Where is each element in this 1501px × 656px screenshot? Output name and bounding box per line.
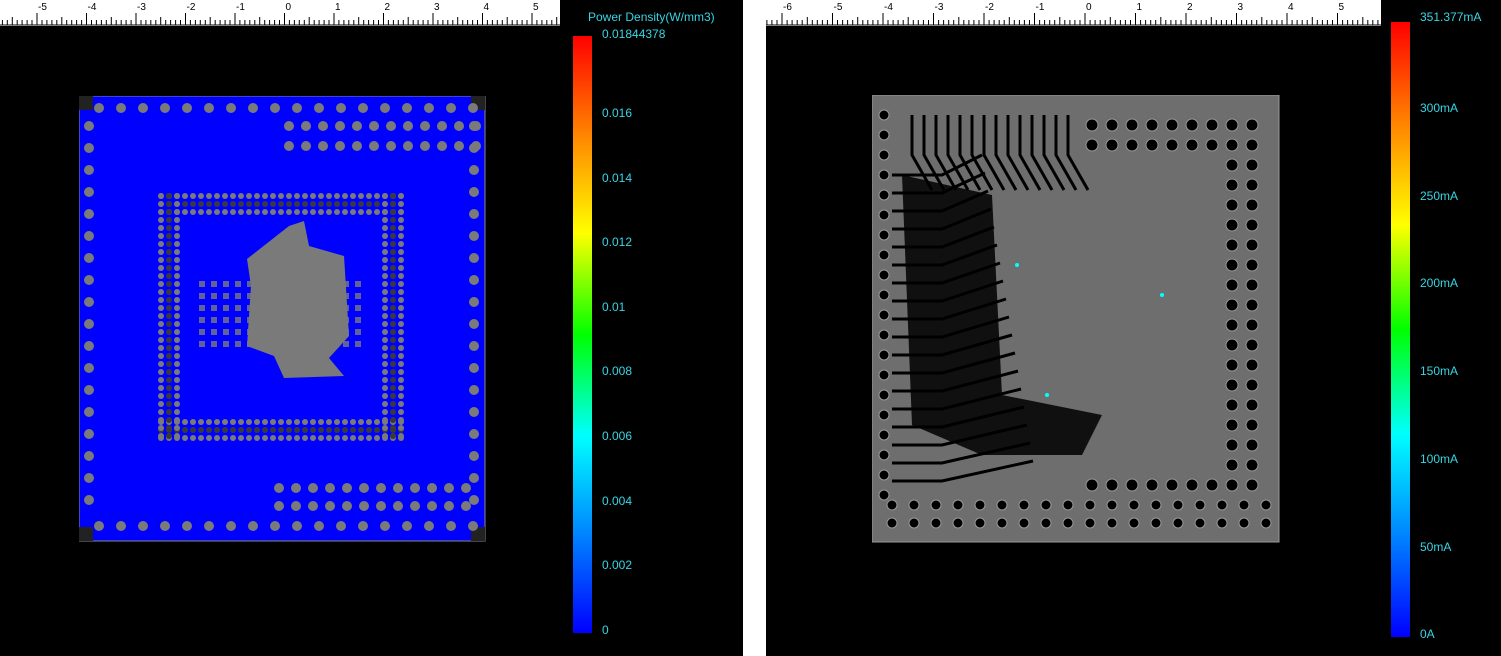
colorbar-label: 200mA [1420,276,1459,290]
ruler-tick-label: -2 [186,2,196,13]
ruler-tick-label: -5 [833,2,843,13]
ruler-tick-label: -5 [38,2,47,13]
ruler-tick-label: 5 [533,2,539,13]
ruler-tick-label: 1 [1136,2,1143,13]
colorbar-label: 300mA [1420,101,1459,115]
colorbar-label: 0A [1420,627,1435,641]
ruler-tick-label: -3 [137,2,146,13]
colorbar-label: 150mA [1420,364,1459,378]
colorbar-label: 0 [602,623,609,637]
colorbar-label: 0.004 [602,494,633,508]
colorbar-label: 0.012 [602,235,633,249]
colorbar-label: 50mA [1420,540,1452,554]
colorbar-label: 0.014 [602,171,633,185]
ruler-tick-label: 2 [384,2,391,13]
colorbar-label: 351.377mA [1420,10,1482,24]
ruler-tick-label: 2 [1187,2,1193,13]
ruler-tick-label: -2 [985,2,994,13]
ruler-tick-label: 4 [483,2,490,13]
ruler-tick-label: -1 [1035,2,1045,13]
ruler-tick-label: -1 [236,2,245,13]
power-density-view: -5 -4 -3 -2 -1 0 1 2 3 4 5 Power Density(W/mm3) 0.… [0,0,743,656]
pcb-current-map[interactable] [872,95,1280,543]
ruler-tick-label: 3 [1237,2,1244,13]
horizontal-ruler: -6 -5 -4 -3 -2 -1 0 1 2 3 4 5 [766,0,1381,26]
ruler-tick-label: 4 [1288,2,1294,13]
colorbar-label: 0.006 [602,429,633,443]
ruler-tick-label: -4 [884,2,893,13]
colorbar-label: 0.008 [602,364,633,378]
colorbar-label: 250mA [1420,189,1459,203]
horizontal-ruler: -5 -4 -3 -2 -1 0 1 2 3 4 5 [0,0,560,26]
colorbar-label: 0.01 [602,300,626,314]
colorbar-label: 0.002 [602,558,633,572]
ruler-tick-label: -3 [934,2,944,13]
colorbar-label: 0.016 [602,106,633,120]
current-density-view: -6 -5 -4 -3 -2 -1 0 1 2 3 4 5 351.377mA 300mA 250mA… [766,0,1501,656]
colorbar-label: 100mA [1420,452,1459,466]
ruler-tick-label: 0 [1086,2,1092,13]
pcb-power-density-map[interactable] [79,96,486,542]
ruler-tick-label: 3 [434,2,440,13]
ruler-tick-label: -6 [783,2,792,13]
ruler-tick-label: 0 [285,2,292,13]
colorbar-gradient [573,36,592,633]
ruler-tick-label: 5 [1338,2,1345,13]
colorbar-title: Power Density(W/mm3) [588,10,715,24]
colorbar-gradient [1391,22,1410,637]
colorbar-label: 0.01844378 [602,27,666,41]
ruler-tick-label: 1 [335,2,341,13]
ruler-tick-label: -4 [87,2,97,13]
